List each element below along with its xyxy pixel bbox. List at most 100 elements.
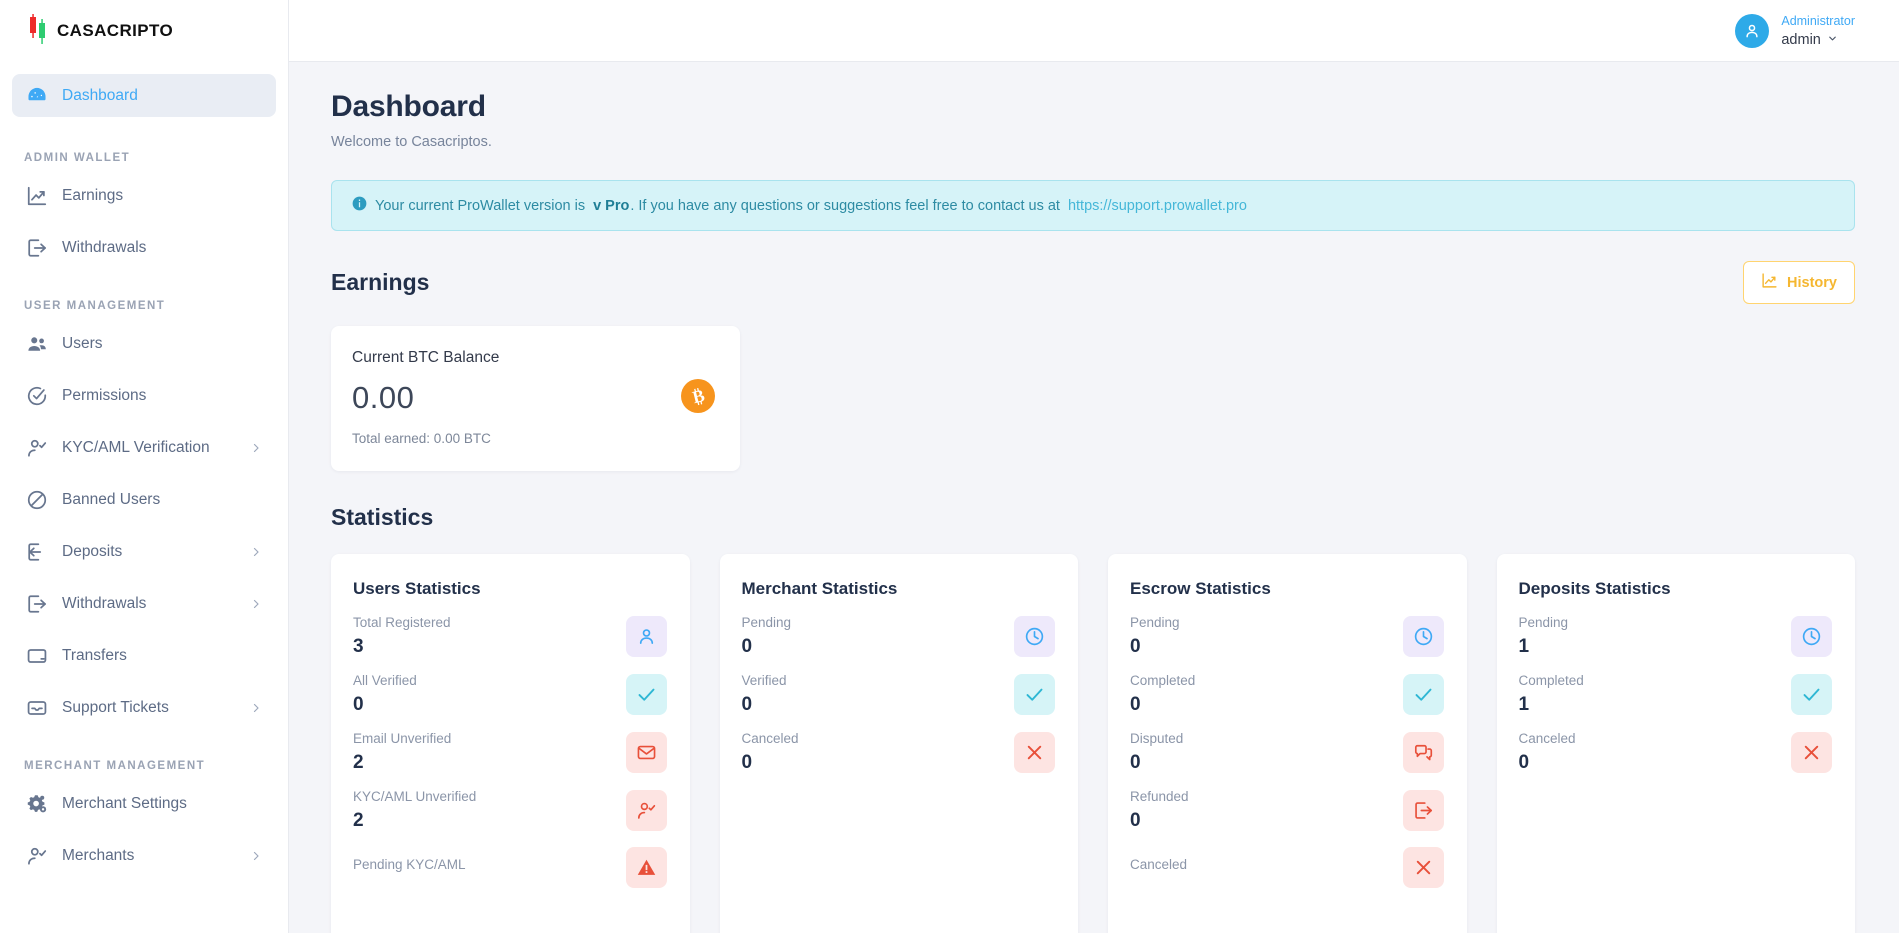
sidebar-item-withdrawals[interactable]: Withdrawals (12, 226, 276, 269)
stat-row-label: Refunded (1130, 789, 1189, 804)
ban-icon (26, 489, 48, 511)
stat-row-text: Canceled 0 (742, 731, 799, 774)
chevron-right-icon[interactable] (250, 702, 262, 714)
user-check-icon (26, 437, 48, 459)
chat-bubbles-icon (1402, 732, 1444, 773)
app-root: CASACRIPTO Dashboard ADMIN WALLET Earnings… (0, 0, 1899, 933)
stat-row-text: Disputed 0 (1130, 731, 1183, 774)
sidebar-item-label: Users (62, 334, 103, 352)
user-menu[interactable]: Administrator admin (1735, 11, 1855, 49)
stat-row-label: Completed (1130, 673, 1196, 688)
stat-row-value: 0 (1130, 694, 1141, 715)
topbar: Administrator admin (289, 0, 1899, 62)
chevron-right-icon[interactable] (250, 850, 262, 862)
sidebar-item-withdrawals[interactable]: Withdrawals (12, 582, 276, 625)
stat-row-text: Refunded 0 (1130, 789, 1189, 832)
stat-row-label: Disputed (1130, 731, 1184, 746)
stat-row-value: 0 (353, 694, 364, 715)
stat-row-label: Pending KYC/AML (353, 857, 466, 872)
envelope-icon (625, 732, 667, 773)
brand-logo[interactable]: CASACRIPTO (0, 0, 288, 62)
info-circle-icon (352, 196, 367, 215)
stat-row-text: Canceled 0 (1519, 731, 1576, 774)
stat-row-label: Completed (1518, 673, 1584, 688)
sidebar-item-label: Earnings (62, 186, 124, 204)
stat-card-title: Merchant Statistics (741, 579, 898, 598)
stat-row: Total Registered 3 (353, 615, 667, 658)
earnings-section-title: Earnings (331, 269, 430, 295)
stat-row-value: 2 (353, 810, 364, 831)
chevron-right-icon[interactable] (250, 546, 262, 558)
page-subtitle: Welcome to Casacriptos. (331, 134, 492, 150)
user-role: Administrator (1781, 14, 1855, 29)
history-button-label: History (1787, 274, 1837, 291)
sidebar-item-label: Merchant Settings (62, 794, 187, 812)
sidebar-item-label: Dashboard (62, 86, 138, 104)
chevron-down-icon[interactable] (1827, 31, 1838, 49)
stat-row-label: Canceled (1130, 857, 1188, 872)
sidebar-item-banned-users[interactable]: Banned Users (12, 478, 276, 521)
chevron-right-icon[interactable] (250, 598, 262, 610)
sidebar-item-earnings[interactable]: Earnings (12, 174, 276, 217)
stat-row-label: Total Registered (353, 615, 451, 630)
btc-balance-value: 0.00 (352, 380, 415, 415)
sidebar-item-dashboard[interactable]: Dashboard (12, 74, 276, 117)
sidebar-item-support-tickets[interactable]: Support Tickets (12, 686, 276, 729)
user-icon (625, 616, 667, 657)
check-circle-icon (26, 385, 48, 407)
sidebar-item-merchants[interactable]: Merchants (12, 834, 276, 877)
sidebar-section-user-management: USER MANAGEMENT (24, 300, 166, 312)
bitcoin-icon: B (681, 379, 715, 413)
page-content: Dashboard Welcome to Casacriptos. Your c… (289, 62, 1899, 933)
sidebar-item-label: Permissions (62, 386, 147, 404)
stat-row: Canceled (1130, 847, 1444, 888)
sidebar-item-transfers[interactable]: Transfers (12, 634, 276, 677)
sidebar-section-admin-wallet: ADMIN WALLET (24, 152, 131, 164)
stat-row-text: All Verified 0 (353, 673, 417, 716)
sidebar-item-permissions[interactable]: Permissions (12, 374, 276, 417)
stat-card-deposits-statistics: Deposits Statistics Pending 1 Completed 1 Can… (1496, 554, 1855, 933)
stat-row-value: 1 (1518, 694, 1530, 715)
chevron-right-icon[interactable] (250, 442, 262, 454)
stat-row: Disputed 0 (1130, 731, 1444, 774)
page-title: Dashboard (331, 90, 486, 123)
stat-row: Canceled 0 (742, 731, 1055, 774)
sidebar-item-deposits[interactable]: Deposits (12, 530, 276, 573)
stat-row-label: Canceled (741, 731, 799, 746)
x-icon (1402, 847, 1444, 888)
sidebar-item-label: Deposits (62, 542, 123, 560)
user-name-label: admin (1781, 32, 1821, 49)
dashboard-icon (26, 85, 48, 107)
sidebar-item-merchant-settings[interactable]: Merchant Settings (12, 782, 276, 825)
support-link[interactable]: https://support.prowallet.pro (1068, 198, 1247, 214)
check-icon (1014, 674, 1055, 715)
history-button[interactable]: History (1743, 261, 1855, 304)
candlestick-logo-icon (26, 13, 50, 49)
stat-row: Pending 0 (742, 615, 1055, 658)
chart-line-icon (26, 185, 48, 207)
stat-row: Pending 0 (1130, 615, 1444, 658)
brand-name: CASACRIPTO (57, 21, 174, 40)
logout-arrow-icon (1402, 790, 1444, 831)
alert-version: v Pro (593, 197, 630, 214)
stat-row-label: Verified (741, 673, 787, 688)
stat-row: Refunded 0 (1130, 789, 1444, 832)
stat-row: Pending KYC/AML (353, 847, 667, 888)
sidebar-section-merchant-management: MERCHANT MANAGEMENT (24, 760, 206, 772)
stat-row-value: 0 (1130, 752, 1141, 773)
stat-row-value: 0 (741, 694, 753, 715)
stat-row-text: Email Unverified 2 (353, 731, 451, 774)
sidebar-item-label: Banned Users (62, 490, 161, 508)
user-name-row: admin (1781, 31, 1855, 49)
stat-row-text: KYC/AML Unverified 2 (353, 789, 476, 832)
logout-arrow-icon (26, 593, 48, 615)
user-check-icon (26, 845, 48, 867)
sidebar-item-users[interactable]: Users (12, 322, 276, 365)
stat-row-label: Pending (1130, 615, 1180, 630)
sidebar-item-label: Withdrawals (62, 594, 147, 612)
user-check-icon (625, 790, 667, 831)
sidebar-item-kyc-aml-verification[interactable]: KYC/AML Verification (12, 426, 276, 469)
version-alert-banner: Your current ProWallet version is v Pro … (331, 180, 1855, 231)
sidebar: CASACRIPTO Dashboard ADMIN WALLET Earnings… (0, 0, 289, 933)
btc-balance-label: Current BTC Balance (352, 349, 500, 366)
